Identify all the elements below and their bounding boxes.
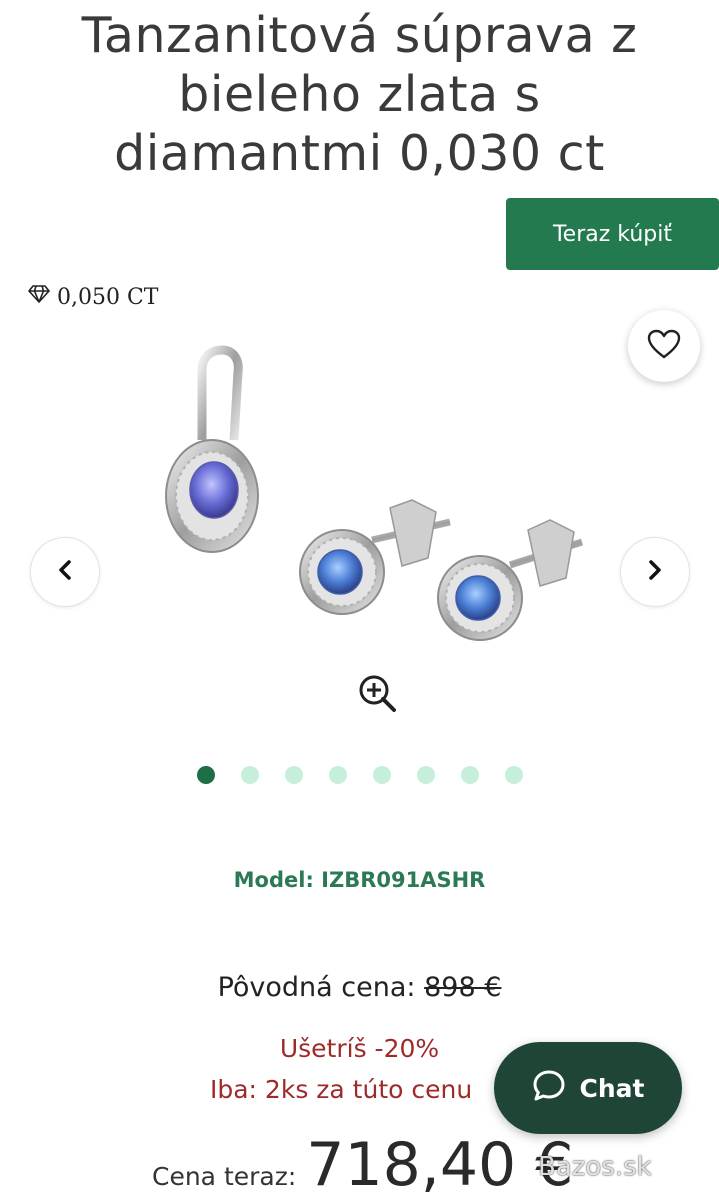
pagination-dot-5[interactable] [373,766,391,784]
zoom-in-icon [356,675,400,720]
chat-label: Chat [579,1073,645,1103]
pagination-dot-4[interactable] [329,766,347,784]
gallery-pagination [197,766,523,784]
carat-value: 0,050 CT [57,284,159,310]
original-price: Pôvodná cena: 898 € [0,972,719,1003]
title-line-3: diamantmi 0,030 ct [114,125,605,182]
original-price-label: Pôvodná cena: [217,972,416,1003]
zoom-button[interactable] [356,672,400,716]
product-image[interactable] [150,340,600,670]
page-title: Tanzanitová súprava z bieleho zlata s di… [0,6,719,183]
current-price-label: Cena teraz: [152,1162,297,1191]
heart-icon [647,329,681,363]
chat-button[interactable]: Chat [494,1042,682,1134]
pagination-dot-6[interactable] [417,766,435,784]
pagination-dot-7[interactable] [461,766,479,784]
chevron-left-icon [55,559,75,585]
next-image-button[interactable] [620,537,690,607]
carat-badge: 0,050 CT [28,284,158,310]
title-line-1: Tanzanitová súprava z [81,7,638,64]
title-line-2: bieleho zlata s [178,66,541,123]
pagination-dot-8[interactable] [505,766,523,784]
original-price-value: 898 € [424,972,502,1003]
model-number: Model: IZBR091ASHR [233,868,486,892]
buy-now-button[interactable]: Teraz kúpiť [506,198,719,270]
stock-text: Iba: 2ks za túto cenu [210,1075,473,1104]
current-price-value: 718,40 € [306,1130,574,1200]
pagination-dot-3[interactable] [285,766,303,784]
current-price: Cena teraz: 718,40 € [152,1130,573,1200]
chat-bubble-icon [532,1069,566,1107]
favorite-button[interactable] [628,310,700,382]
chevron-right-icon [645,559,665,585]
watermark-text: Bazos.sk [538,1152,652,1182]
pagination-dot-2[interactable] [241,766,259,784]
pagination-dot-1[interactable] [197,766,215,784]
prev-image-button[interactable] [30,537,100,607]
watermark: Bazos.sk [538,1152,652,1182]
diamond-icon [28,284,50,310]
